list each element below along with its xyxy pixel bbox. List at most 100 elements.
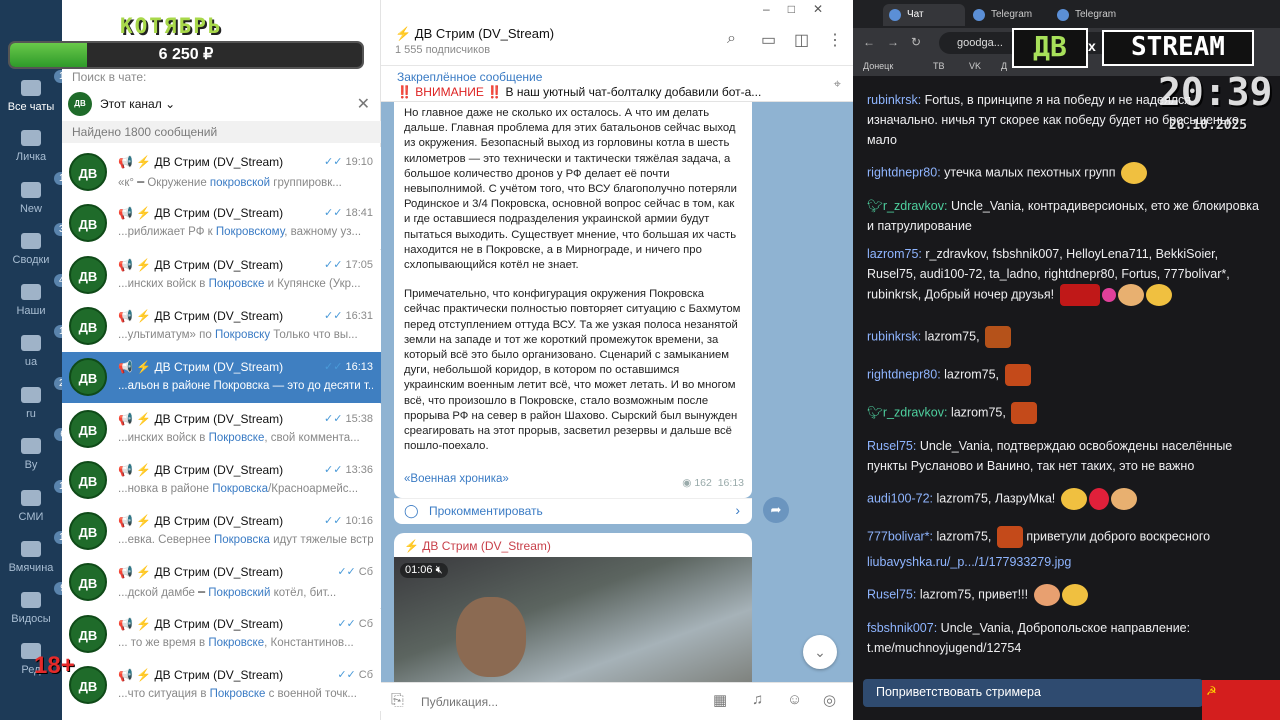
chat-username: Rusel75: [867,439,917,453]
attach-icon[interactable]: ⎘ [391,692,404,710]
bookmark-item[interactable]: VK [969,61,981,71]
folder-by[interactable]: 6By [0,428,72,471]
folder-vidosy[interactable]: 9Видосы [0,582,72,625]
goal-title: КОТЯБРЬ [120,14,223,38]
folder-svodki[interactable]: 33Сводки [0,223,76,266]
tab-telegram-2[interactable]: Telegram [1051,4,1133,26]
result-time: ✓✓ 13:36 [324,463,373,476]
bookmark-item[interactable]: Донецк [863,61,893,71]
search-result-item[interactable]: ДВ 📢 ⚡ ДВ Стрим (DV_Stream) ✓✓ 10:16 ...евка… [62,506,381,558]
more-icon[interactable]: ⋮ [827,30,843,50]
chevron-down-icon: ⌄ [165,97,176,111]
ussr-flag-emote-icon [1059,284,1100,306]
chat-message: rightdnepr80: lazrom75, [867,364,1262,386]
tab-telegram-1[interactable]: Telegram [967,4,1049,26]
double-check-icon: ✓✓ [337,617,356,630]
video-player[interactable]: 01:06 🔇︎ [394,557,752,683]
folder-vmyachina[interactable]: 18Вмячина [0,531,76,574]
message-hashtag[interactable]: «Военная хроника» [404,472,509,487]
result-title: 📢 ⚡ ДВ Стрим (DV_Stream) [118,668,284,682]
channel-avatar: ДВ [69,255,107,294]
search-in-chat-label: Поиск в чате: [72,70,147,84]
greet-streamer-button[interactable]: Поприветствовать стримера [863,679,1203,707]
forward-icon[interactable]: → [887,35,899,49]
back-icon[interactable]: ← [863,35,875,49]
folder-new[interactable]: 155New [0,172,81,215]
bookmark-item[interactable]: ТВ [933,61,945,71]
chat-link[interactable]: liubavyshka.ru/_p.../1/177933279.jpg [867,552,1262,572]
channel-title[interactable]: ⚡ ДВ Стрим (DV_Stream) [395,26,554,42]
result-time: ✓✓ 16:31 [324,309,373,322]
search-scope-selector[interactable]: ДВ Этот канал ⌄ ✕ [68,92,376,116]
telegram-window: 174Все чаты Личка 155New 33Сводки 45Наши… [0,0,853,720]
search-result-item[interactable]: ДВ 📢 ⚡ ДВ Стрим (DV_Stream) ✓✓ 16:31 ...ульт… [62,300,381,352]
sidebar-toggle-icon[interactable]: ◫ [794,30,809,50]
camera-icon[interactable]: ◎ [823,691,836,709]
badge-icon: 🐦︎ [867,405,883,420]
result-time: ✓✓ Сб [337,566,373,579]
comment-button[interactable]: ◯ Прокомментировать › [394,498,752,524]
emoji-icon[interactable]: ☺ [787,691,802,708]
search-result-item[interactable]: ДВ 📢 ⚡ ДВ Стрим (DV_Stream) ✓✓ Сб ...что сит… [62,660,381,711]
chevron-right-icon: › [735,502,740,518]
logo-stream: STREAM [1102,30,1254,66]
folder-icon: 12 [21,325,76,351]
channel-avatar: ДВ [69,153,107,191]
channel-avatar: ДВ [69,358,107,397]
folder-ua[interactable]: 12ua [0,325,76,368]
close-icon[interactable]: ✕ [357,94,370,114]
comments-icon[interactable]: ▭ [761,30,776,50]
search-result-item[interactable]: ДВ 📢 ⚡ ДВ Стрим (DV_Stream) ✓✓ 18:41 ...рибл… [62,198,381,250]
message-meta: ◉ 162 16:13 [682,477,744,489]
search-icon[interactable]: ⌕ [727,30,736,48]
stream-logo: ДВ x STREAM [1012,28,1254,68]
schedule-icon[interactable]: ▦ [713,691,727,709]
pin-list-icon[interactable]: ⌖ [834,76,841,92]
hammer-sickle-icon: ☭ [1206,684,1217,698]
result-preview: ...новка в районе Покровска/Красноармейс… [118,482,359,495]
double-check-icon: ✓✓ [324,207,343,220]
search-result-item[interactable]: ДВ 📢 ⚡ ДВ Стрим (DV_Stream) ✓✓ 15:38 ...инск… [62,403,381,455]
search-result-item[interactable]: ДВ 📢 ⚡ ДВ Стрим (DV_Stream) ✓✓ 13:36 ...новк… [62,454,381,506]
chat-message: 🐦︎r_zdravkov: lazrom75, [867,402,1262,424]
chats-icon: 174 [21,70,81,96]
search-result-item[interactable]: ДВ 📢 ⚡ ДВ Стрим (DV_Stream) ✓✓ Сб ... то же … [62,608,381,660]
bookmark-item[interactable]: Д [1001,61,1007,71]
folder-ru[interactable]: 27ru [0,377,76,420]
rock-hand-emoji-icon [1033,584,1060,606]
channel-chat: ⚡ ДВ Стрим (DV_Stream) 1 555 подписчиков… [381,0,853,720]
heart-icon [1101,288,1116,302]
bear-emote-icon [985,326,1012,348]
subscriber-count: 1 555 подписчиков [395,44,491,56]
chat-message: lazrom75: r_zdravkov, fsbshnik007, Hello… [867,244,1262,306]
maximize-icon: □ [787,2,813,16]
bell-icon[interactable]: ♫ [752,691,763,708]
close-window-icon: ✕ [812,2,841,16]
message-paragraph: Примечательно, что конфигурация окружени… [404,288,741,453]
search-result-item[interactable]: ДВ 📢 ⚡ ДВ Стрим (DV_Stream) ✓✓ Сб ...дской д… [62,557,381,609]
reload-icon[interactable]: ↻ [911,35,921,49]
search-result-item[interactable]: ДВ 📢 ⚡ ДВ Стрим (DV_Stream) ✓✓ 16:13 ...альо… [62,352,381,404]
result-time: ✓✓ 18:41 [324,207,373,220]
tab-chat[interactable]: Чат [883,4,965,26]
search-result-item[interactable]: ДВ 📢 ⚡ ДВ Стрим (DV_Stream) ✓✓ 19:10 «к° ━ О… [62,147,381,198]
folder-all-chats[interactable]: 174Все чаты [0,70,81,113]
donation-goal-overlay: КОТЯБРЬ 6 250 ₽ [8,14,364,70]
search-result-item[interactable]: ДВ 📢 ⚡ ДВ Стрим (DV_Stream) ✓✓ 17:05 ...инск… [62,249,381,301]
chat-username: audi100-72: [867,491,934,506]
share-button[interactable]: ➦ [763,497,789,523]
chat-message: 777bolivar*: lazrom75, приветули доброго… [867,526,1262,548]
result-preview: ...дской дамбе ━ Покровский котёл, бит..… [118,587,337,600]
result-title: 📢 ⚡ ДВ Стрим (DV_Stream) [118,360,284,375]
double-check-icon: ✓✓ [324,412,343,425]
folder-nashi[interactable]: 45Наши [0,274,76,317]
window-controls[interactable]: –□✕ [763,2,841,16]
folder-smi[interactable]: 12СМИ [0,480,76,523]
folder-lichka[interactable]: Личка [0,130,62,163]
message-author[interactable]: ⚡ ДВ Стрим (DV_Stream) [404,539,551,553]
double-check-icon: ✓✓ [324,463,343,476]
scroll-down-button[interactable]: ⌄ [803,635,837,669]
mute-icon: 🔇︎ [435,564,443,576]
pinned-message-bar[interactable]: Закреплённое сообщение ‼️ ВНИМАНИЕ ‼️ В … [381,66,853,102]
message-input[interactable] [421,691,681,713]
